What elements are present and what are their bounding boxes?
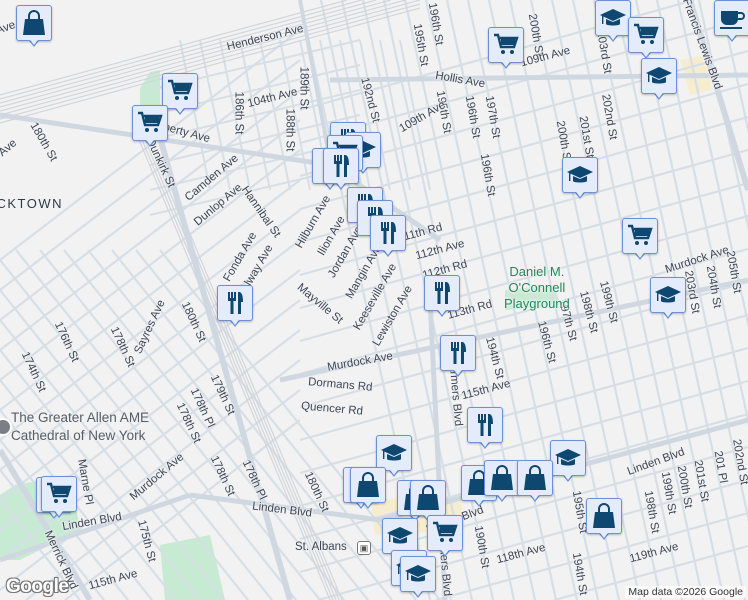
shopping-bag-marker[interactable] [16,5,52,49]
train-icon[interactable]: ▣ [357,541,371,555]
education-marker[interactable] [550,440,586,484]
map-canvas[interactable]: ▣ Henderson Ave 104th Ave Liberty Ave Dunki… [0,0,748,600]
road [0,3,421,120]
google-logo[interactable]: Google [6,576,69,598]
road [0,239,301,471]
restaurant-marker[interactable] [217,285,253,329]
restaurant-marker[interactable] [370,215,406,259]
restaurant-marker[interactable] [424,275,460,319]
marker-pointer-fill [528,491,542,500]
marker-pointer-fill [478,438,492,447]
road [299,313,748,442]
restaurant-marker[interactable] [440,335,476,379]
education-icon [655,286,681,303]
shopping-cart-icon [634,23,659,44]
shopping-cart-icon [628,224,653,245]
shopping-bag-marker[interactable] [484,460,520,504]
shopping-cart-marker[interactable] [628,17,664,61]
restaurant-marker[interactable] [467,407,503,451]
coffee-marker[interactable] [714,0,748,44]
restaurant-icon [334,155,349,177]
marker-pointer-fill [411,587,425,596]
education-marker[interactable] [650,277,686,321]
shopping-cart-marker[interactable] [488,27,524,71]
shopping-bag-icon [593,503,615,528]
shopping-cart-marker[interactable] [622,218,658,262]
shopping-cart-icon [433,521,458,542]
marker-pointer-fill [606,31,620,40]
road [329,72,748,83]
marker-pointer-fill [438,546,452,555]
education-icon [555,449,581,466]
marker-pointer-fill [725,31,739,40]
marker-pointer-fill [639,48,653,57]
road [143,129,340,600]
marker-pointer-fill [173,104,187,113]
shopping-bag-icon [491,465,513,490]
marker-pointer-fill [561,471,575,480]
marker-pointer-fill [495,491,509,500]
marker-pointer-fill [387,466,401,475]
shopping-cart-icon [138,111,163,132]
shopping-bag-icon [23,10,45,35]
education-icon [646,67,672,84]
map-attribution[interactable]: Map data ©2026 Google [625,586,746,598]
shopping-bag-marker[interactable] [350,467,386,511]
restaurant-icon [228,292,243,314]
marker-pointer-fill [228,316,242,325]
marker-pointer-fill [334,179,348,188]
restaurant-marker[interactable] [323,148,359,192]
education-marker[interactable] [562,157,598,201]
marker-pointer-fill [597,529,611,538]
education-icon [405,565,431,582]
shopping-cart-marker[interactable] [427,515,463,559]
marker-pointer-fill [361,498,375,507]
shopping-bag-marker[interactable] [586,498,622,542]
marker-pointer-fill [52,507,66,516]
restaurant-icon [451,342,466,364]
marker-pointer-fill [451,366,465,375]
marker-pointer-fill [435,306,449,315]
shopping-bag-icon [357,472,379,497]
shopping-cart-marker[interactable] [41,476,77,520]
marker-pointer-fill [573,188,587,197]
restaurant-icon [435,282,450,304]
shopping-bag-marker[interactable] [517,460,553,504]
marker-pointer-fill [633,249,647,258]
shopping-bag-icon [417,485,439,510]
marker-pointer-fill [661,308,675,317]
restaurant-icon [381,222,396,244]
marker-pointer-fill [652,89,666,98]
marker-pointer-fill [27,36,41,45]
education-marker[interactable] [400,556,436,600]
education-icon [387,527,413,544]
education-icon [567,166,593,183]
education-marker[interactable] [641,58,677,102]
marker-pointer-fill [381,246,395,255]
shopping-bag-icon [524,465,546,490]
road [676,0,748,329]
education-marker[interactable] [595,0,631,44]
education-icon [381,444,407,461]
road [0,149,301,381]
shopping-cart-icon [47,482,72,503]
marker-pointer-fill [499,58,513,67]
coffee-icon [720,11,745,29]
restaurant-icon [478,414,493,436]
education-icon [600,9,626,26]
marker-pointer-fill [143,136,157,145]
shopping-cart-icon [168,79,193,100]
shopping-cart-icon [494,33,519,54]
shopping-cart-marker[interactable] [132,105,168,149]
